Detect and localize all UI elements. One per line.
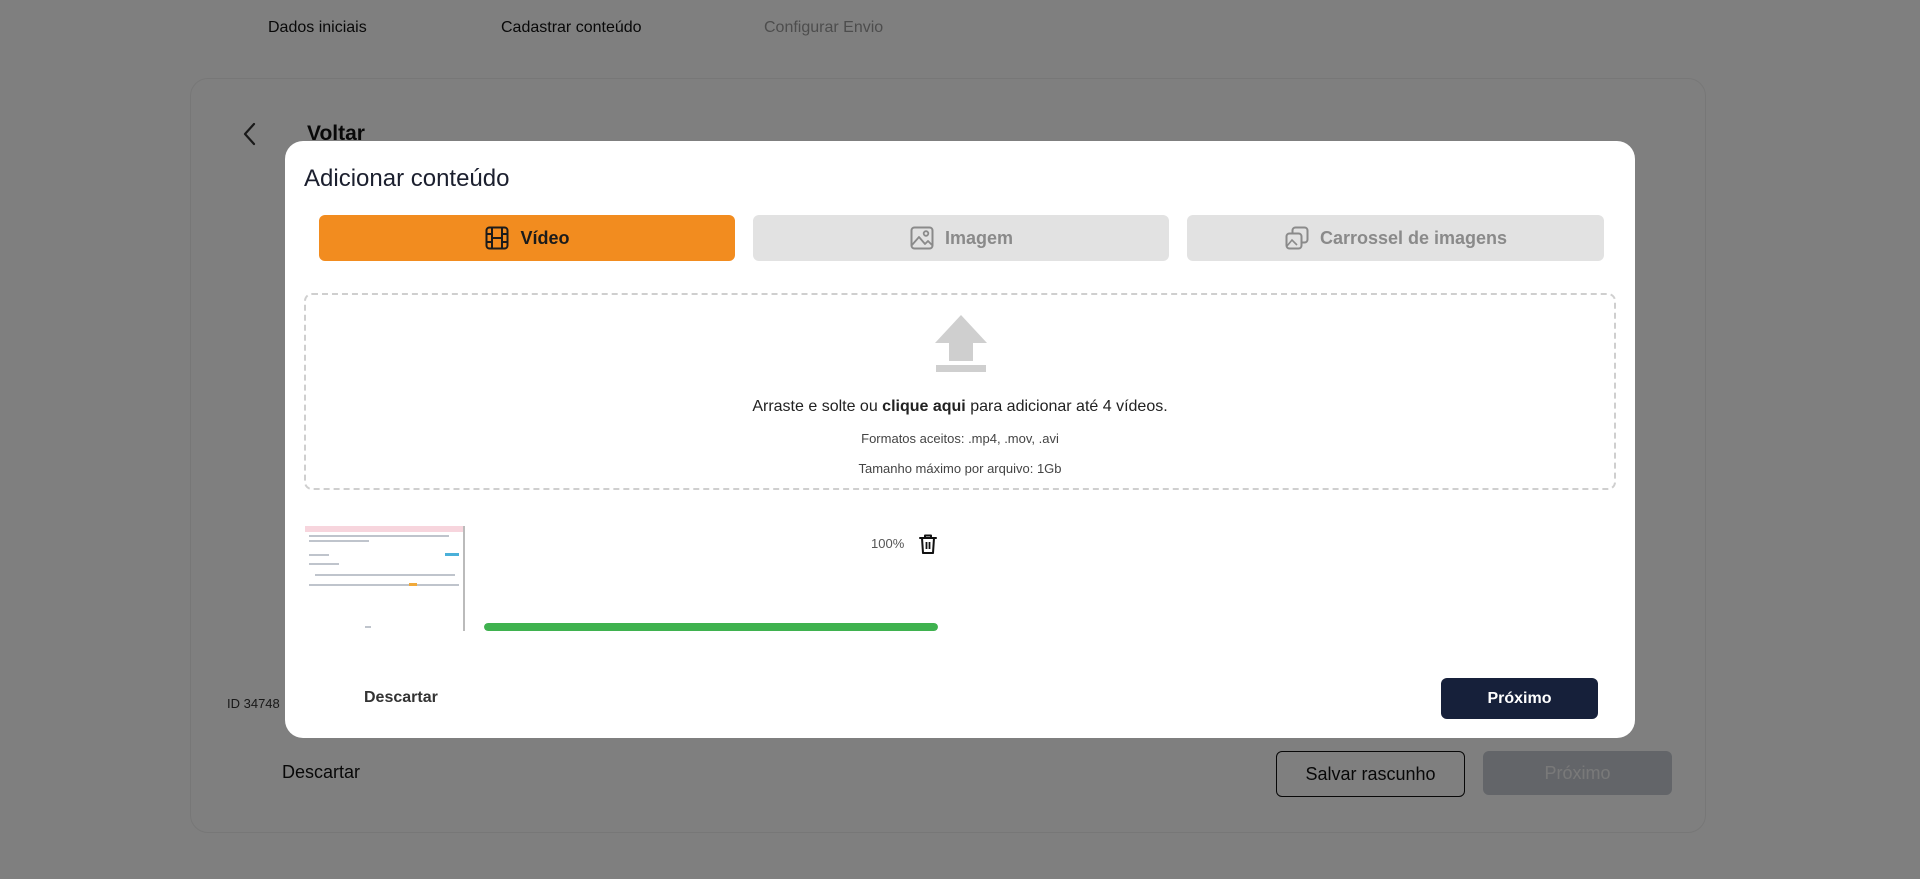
- tab-carousel-label: Carrossel de imagens: [1319, 227, 1508, 248]
- upload-percent: 100%: [871, 536, 905, 551]
- dropzone-instruction: Arraste e solte ou clique aqui para adic…: [306, 398, 1614, 416]
- max-file-size: Tamanho máximo por arquivo: 1Gb: [858, 461, 1062, 476]
- upload-icon: [935, 315, 987, 372]
- next-button[interactable]: Próximo: [1441, 678, 1598, 719]
- images-icon: [1285, 226, 1309, 250]
- tab-video[interactable]: Vídeo: [319, 215, 735, 261]
- dropzone-text-before: Arraste e solte ou: [752, 398, 883, 415]
- tab-image-label: Imagem: [944, 227, 1014, 248]
- tab-carousel[interactable]: Carrossel de imagens: [1187, 215, 1604, 261]
- upload-progress-bar: [484, 623, 938, 631]
- image-icon: [910, 226, 934, 250]
- film-icon: [485, 226, 509, 250]
- upload-dropzone[interactable]: Arraste e solte ou clique aqui para adic…: [304, 293, 1616, 490]
- tab-image[interactable]: Imagem: [753, 215, 1169, 261]
- tab-video-label: Vídeo: [520, 227, 570, 248]
- add-content-modal: Adicionar conteúdo Vídeo Imagem Carrosse…: [285, 141, 1635, 738]
- modal-title: Adicionar conteúdo: [304, 165, 510, 192]
- video-thumbnail: [305, 526, 465, 631]
- discard-button[interactable]: Descartar: [364, 689, 438, 707]
- accepted-formats: Formatos aceitos: .mp4, .mov, .avi: [861, 431, 1059, 446]
- click-here-link[interactable]: clique aqui: [882, 398, 966, 415]
- upload-progress-fill: [484, 623, 938, 631]
- dropzone-text-after: para adicionar até 4 vídeos.: [965, 398, 1168, 415]
- delete-upload-button[interactable]: [918, 533, 938, 555]
- trash-icon: [919, 534, 937, 554]
